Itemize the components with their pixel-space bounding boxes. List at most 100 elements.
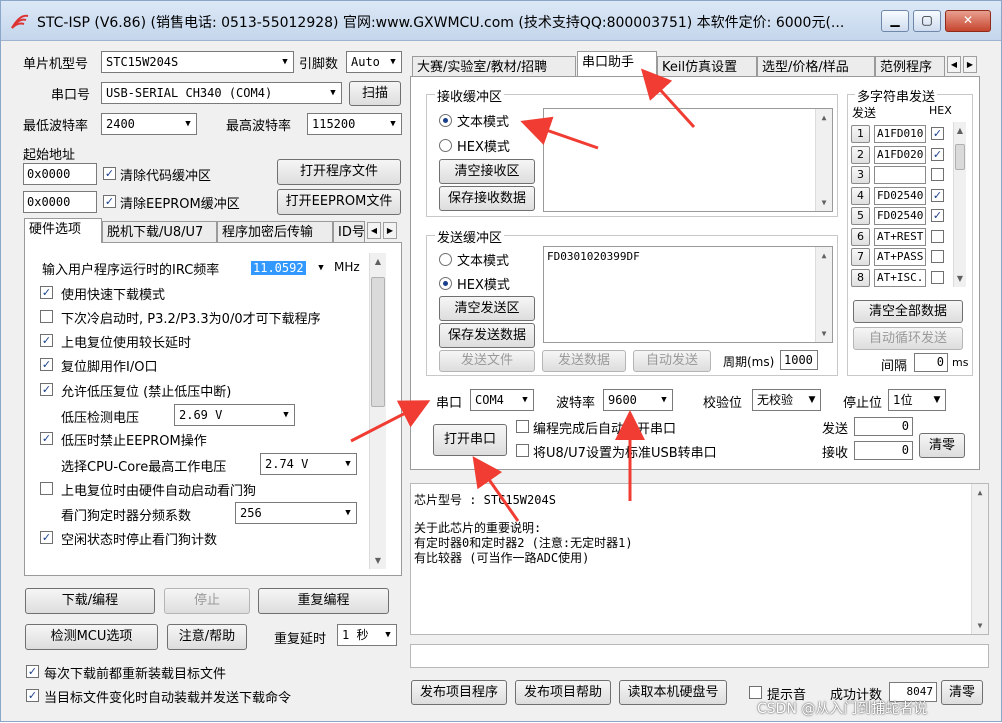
scroll-up-icon[interactable]: ▲ bbox=[816, 247, 832, 264]
receive-text-mode-radio[interactable] bbox=[439, 114, 452, 127]
tab-id-number[interactable]: ID号 bbox=[333, 221, 365, 243]
close-button[interactable]: ✕ bbox=[945, 10, 991, 32]
multi-send-row-button[interactable]: 1 bbox=[851, 125, 870, 143]
multi-string-input[interactable] bbox=[874, 166, 926, 184]
hardware-options-scrollbar[interactable]: ▲ ▼ bbox=[369, 253, 386, 569]
send-buffer-textarea[interactable]: FD0301020399DF ▲ ▼ bbox=[543, 246, 833, 343]
baud-rate-select[interactable]: 9600 ▼ bbox=[603, 389, 673, 411]
pins-select[interactable]: Auto ▼ bbox=[346, 51, 402, 73]
multi-string-input[interactable]: AT+ISC. bbox=[874, 268, 926, 287]
scroll-down-icon[interactable]: ▼ bbox=[816, 194, 832, 211]
receive-hex-mode-radio[interactable] bbox=[439, 139, 452, 152]
scroll-thumb[interactable] bbox=[371, 277, 385, 407]
auto-loop-send-button[interactable]: 自动循环发送 bbox=[853, 327, 963, 350]
multi-send-row-button[interactable]: 8 bbox=[851, 268, 870, 287]
eeprom-start-address-input[interactable]: 0x0000 bbox=[23, 191, 97, 213]
multi-send-row-button[interactable]: 7 bbox=[851, 248, 870, 266]
low-voltage-detect-select[interactable]: 2.69 V ▼ bbox=[174, 404, 295, 426]
clear-receive-button[interactable]: 清空接收区 bbox=[439, 159, 535, 184]
scroll-down-icon[interactable]: ▼ bbox=[370, 552, 386, 569]
repeat-program-button[interactable]: 重复编程 bbox=[258, 588, 389, 614]
receive-buffer-textarea[interactable]: ▲ ▼ bbox=[543, 108, 833, 212]
period-input[interactable]: 1000 bbox=[780, 350, 818, 370]
multi-string-input[interactable]: FD02540 bbox=[874, 186, 926, 205]
minimize-button[interactable]: ▁ bbox=[881, 10, 909, 32]
interval-input[interactable]: 0 bbox=[914, 353, 948, 372]
download-program-button[interactable]: 下载/编程 bbox=[25, 588, 155, 614]
max-baud-select[interactable]: 115200 ▼ bbox=[307, 113, 402, 135]
long-reset-delay-checkbox[interactable]: ✓ bbox=[40, 334, 53, 347]
clear-send-button[interactable]: 清空发送区 bbox=[439, 296, 535, 321]
code-start-address-input[interactable]: 0x0000 bbox=[23, 163, 97, 185]
tab-scroll-right-icon[interactable]: ▶ bbox=[383, 222, 397, 239]
auto-send-button[interactable]: 自动发送 bbox=[633, 350, 711, 372]
scroll-up-icon[interactable]: ▲ bbox=[370, 253, 386, 270]
min-baud-select[interactable]: 2400 ▼ bbox=[101, 113, 197, 135]
port-select[interactable]: USB-SERIAL CH340 (COM4) ▼ bbox=[101, 82, 342, 104]
multi-send-row-button[interactable]: 3 bbox=[851, 166, 870, 184]
repeat-delay-select[interactable]: 1 秒 ▼ bbox=[337, 624, 397, 646]
clear-code-checkbox[interactable]: ✓ bbox=[103, 167, 116, 180]
multi-hex-checkbox[interactable]: ✓ bbox=[931, 127, 944, 140]
multi-send-row-button[interactable]: 2 bbox=[851, 145, 870, 164]
open-serial-port-button[interactable]: 打开串口 bbox=[433, 424, 507, 456]
stop-bits-select[interactable]: 1位 ▼ bbox=[888, 389, 946, 411]
cpu-core-voltage-select[interactable]: 2.74 V ▼ bbox=[260, 453, 357, 475]
multi-string-input[interactable]: A1FD020 bbox=[874, 145, 926, 164]
send-scrollbar[interactable]: ▲ ▼ bbox=[815, 247, 832, 342]
send-data-button[interactable]: 发送数据 bbox=[542, 350, 626, 372]
watchdog-prescaler-select[interactable]: 256 ▼ bbox=[235, 502, 357, 524]
stop-button[interactable]: 停止 bbox=[164, 588, 250, 614]
detect-mcu-options-button[interactable]: 检测MCU选项 bbox=[25, 624, 158, 650]
scroll-thumb[interactable] bbox=[955, 144, 965, 170]
multi-hex-checkbox[interactable] bbox=[931, 168, 944, 181]
multi-hex-checkbox[interactable]: ✓ bbox=[931, 209, 944, 222]
scroll-up-icon[interactable]: ▲ bbox=[972, 484, 988, 501]
low-voltage-eeprom-checkbox[interactable]: ✓ bbox=[40, 432, 53, 445]
multi-string-input[interactable]: A1FD010 bbox=[874, 125, 926, 143]
notes-help-button[interactable]: 注意/帮助 bbox=[167, 624, 247, 650]
tab-selection-price[interactable]: 选型/价格/样品 bbox=[757, 56, 875, 78]
receive-scrollbar[interactable]: ▲ ▼ bbox=[815, 109, 832, 211]
tab-offline-download[interactable]: 脱机下载/U8/U7 bbox=[102, 221, 217, 243]
low-voltage-reset-checkbox[interactable]: ✓ bbox=[40, 383, 53, 396]
publish-project-program-button[interactable]: 发布项目程序 bbox=[411, 680, 507, 705]
clear-success-count-button[interactable]: 清零 bbox=[941, 680, 983, 705]
multi-hex-checkbox[interactable]: ✓ bbox=[931, 188, 944, 202]
mcu-type-select[interactable]: STC15W204S ▼ bbox=[101, 51, 294, 73]
tab-keil-emulation[interactable]: Keil仿真设置 bbox=[657, 56, 757, 78]
save-receive-button[interactable]: 保存接收数据 bbox=[439, 186, 535, 211]
tab-examples[interactable]: 范例程序 bbox=[875, 56, 945, 78]
scroll-down-icon[interactable]: ▼ bbox=[954, 270, 966, 287]
clear-count-button[interactable]: 清零 bbox=[919, 433, 965, 458]
serial-port-select[interactable]: COM4 ▼ bbox=[470, 389, 534, 411]
multi-hex-checkbox[interactable] bbox=[931, 229, 944, 243]
send-hex-mode-radio[interactable] bbox=[439, 277, 452, 290]
fast-download-checkbox[interactable]: ✓ bbox=[40, 286, 53, 299]
multi-send-row-button[interactable]: 6 bbox=[851, 227, 870, 246]
irc-frequency-select[interactable]: 11.0592 ▼ bbox=[246, 257, 330, 279]
scroll-down-icon[interactable]: ▼ bbox=[816, 325, 832, 342]
scroll-down-icon[interactable]: ▼ bbox=[972, 617, 988, 634]
tab-scroll-right-icon[interactable]: ▶ bbox=[963, 56, 977, 73]
idle-stop-watchdog-checkbox[interactable]: ✓ bbox=[40, 531, 53, 544]
scan-button[interactable]: 扫描 bbox=[349, 81, 401, 106]
multi-hex-checkbox[interactable] bbox=[931, 270, 944, 284]
scroll-up-icon[interactable]: ▲ bbox=[954, 122, 966, 139]
auto-watchdog-checkbox[interactable] bbox=[40, 482, 53, 495]
multi-string-input[interactable]: AT+PASS bbox=[874, 248, 926, 266]
scroll-up-icon[interactable]: ▲ bbox=[816, 109, 832, 126]
tab-hardware-options[interactable]: 硬件选项 bbox=[24, 218, 102, 243]
tab-serial-assistant[interactable]: 串口助手 bbox=[577, 51, 657, 76]
multi-string-scrollbar[interactable]: ▲ ▼ bbox=[953, 122, 966, 287]
maximize-button[interactable]: ▢ bbox=[913, 10, 941, 32]
reset-pin-io-checkbox[interactable]: ✓ bbox=[40, 358, 53, 371]
info-scrollbar[interactable]: ▲ ▼ bbox=[971, 484, 988, 634]
multi-send-row-button[interactable]: 4 bbox=[851, 186, 870, 205]
multi-send-row-button[interactable]: 5 bbox=[851, 207, 870, 225]
tab-scroll-left-icon[interactable]: ◀ bbox=[947, 56, 961, 73]
open-program-file-button[interactable]: 打开程序文件 bbox=[277, 159, 401, 185]
multi-hex-checkbox[interactable] bbox=[931, 250, 944, 263]
reload-before-download-checkbox[interactable]: ✓ bbox=[26, 665, 39, 678]
parity-select[interactable]: 无校验 ▼ bbox=[752, 389, 821, 411]
